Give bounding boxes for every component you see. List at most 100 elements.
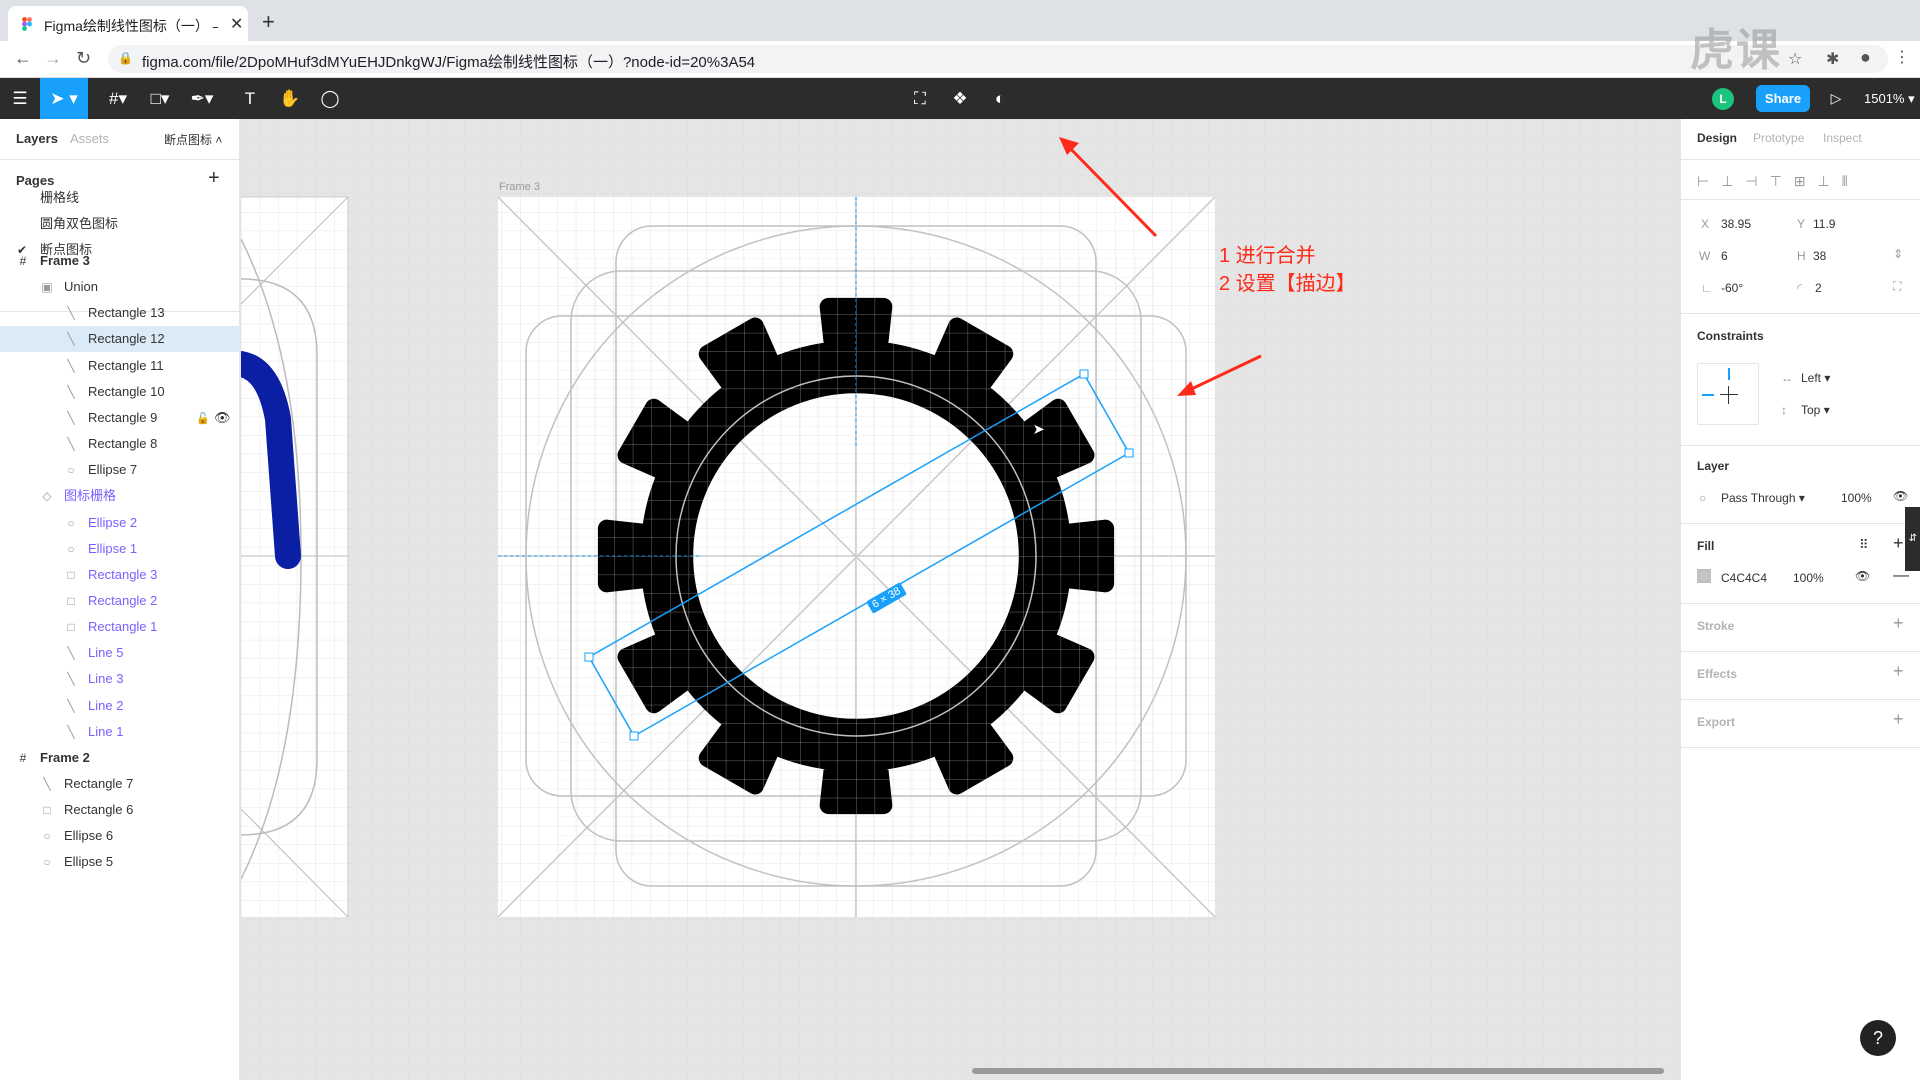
url-text: figma.com/file/2DpoMHuf3dMYuEHJDnkgWJ/Fi… [142,54,756,71]
layer-row[interactable]: □ Rectangle 6 [40,797,133,823]
lock-icon[interactable]: 🔓 [196,412,210,425]
add-export-icon[interactable]: + [1893,709,1904,730]
layer-row[interactable]: □ Rectangle 2 [64,588,157,614]
export-title: Export [1697,715,1736,729]
align-tools-icon[interactable]: ⊢⊥⊣⊤⊞⊥⫴ [1697,173,1860,190]
add-effect-icon[interactable]: + [1893,661,1904,682]
layer-row[interactable]: ◇ 图标栅格 [40,483,116,509]
extension-icon[interactable]: ✱ [1826,49,1839,69]
help-button[interactable]: ? [1860,1020,1896,1056]
fill-visibility-icon[interactable]: 👁 [1855,569,1870,583]
back-icon[interactable]: ← [14,48,32,69]
plugin-handle-icon[interactable]: ⇵ [1905,507,1920,571]
visibility-eye-icon[interactable]: 👁 [214,410,231,426]
blend-mode-select[interactable]: Pass Through ▾ [1721,491,1805,505]
zoom-dropdown[interactable]: 1501% ▾ [1864,78,1915,119]
layer-row[interactable]: ○ Ellipse 2 [64,510,137,536]
blend-mode-icon: ○ [1699,491,1707,505]
layer-row[interactable]: ╲ Rectangle 9 [64,405,157,431]
layer-row[interactable]: ╲ Line 1 [64,719,123,745]
reload-icon[interactable]: ↻ [76,48,91,69]
corner-radius-field[interactable]: 2 [1815,281,1822,295]
tab-prototype[interactable]: Prototype [1753,131,1804,145]
rotation-field[interactable]: -60° [1721,281,1743,295]
layer-row[interactable]: ○ Ellipse 7 [64,457,137,483]
component-tool-icon[interactable]: ❖ [940,78,980,119]
fill-color-swatch[interactable] [1697,569,1711,583]
layer-row[interactable]: ╲ Line 3 [64,666,123,692]
layer-row[interactable]: ╲ Rectangle 10 [64,379,164,405]
layer-name: Line 1 [88,723,124,739]
fill-hex-field[interactable]: C4C4C4 [1721,571,1767,585]
crop-icon[interactable]: ⛶ [900,78,940,119]
menu-dots-icon[interactable]: ⋮ [1894,47,1910,67]
text-tool-icon[interactable]: T [232,78,268,119]
present-icon[interactable]: ▷ [1818,78,1854,119]
w-field[interactable]: 6 [1721,249,1728,263]
add-fill-icon[interactable]: + [1893,533,1904,554]
new-tab-icon[interactable]: + [262,9,275,35]
layer-row[interactable]: # Frame 2 [16,745,90,771]
main-menu-icon[interactable]: ☰ [0,78,40,119]
y-field[interactable]: 11.9 [1813,217,1835,231]
star-icon[interactable]: ☆ [1788,49,1802,69]
layer-row[interactable]: ╲ Rectangle 11 [64,353,163,379]
layer-name: Ellipse 6 [64,828,114,844]
vertical-constraint-select[interactable]: Top ▾ [1801,403,1830,417]
line-icon: ╲ [43,777,51,791]
layer-visibility-icon[interactable]: 👁 [1893,489,1908,503]
layer-row[interactable]: ○ Ellipse 1 [64,536,137,562]
x-field[interactable]: 38.95 [1721,217,1751,231]
fill-opacity-field[interactable]: 100% [1793,571,1824,585]
pen-tool-icon[interactable]: ✒▾ [182,78,222,119]
ellipse-icon: ○ [67,541,75,556]
page-item[interactable]: 栅格线 [0,185,79,211]
layer-row[interactable]: # Frame 3 [16,248,90,274]
layer-row[interactable]: ╲ Line 2 [64,693,123,719]
tab-inspect[interactable]: Inspect [1823,131,1862,145]
layer-row[interactable]: ╲ Rectangle 13 [64,300,164,326]
constraints-widget[interactable] [1697,363,1759,425]
fill-styles-icon[interactable]: ⠿ [1859,537,1869,553]
add-page-icon[interactable]: + [208,167,220,190]
h-field[interactable]: 38 [1813,249,1826,263]
layer-row[interactable]: □ Rectangle 1 [64,614,157,640]
forward-icon[interactable]: → [44,48,62,69]
add-stroke-icon[interactable]: + [1893,613,1904,634]
page-dropdown[interactable]: 断点图标 ˄ [164,131,222,148]
url-input[interactable]: 🔒 figma.com/file/2DpoMHuf3dMYuEHJDnkgWJ/… [108,45,1888,73]
design-canvas[interactable]: Frame 3 6 × 38 ➤ 1 进行合并 2 设置【描边】 [241,119,1679,1080]
layer-opacity-field[interactable]: 100% [1841,491,1872,505]
tab-layers[interactable]: Layers [16,131,58,146]
layer-row[interactable]: □ Rectangle 3 [64,562,157,588]
horizontal-constraint-select[interactable]: Left ▾ [1801,371,1830,385]
shape-tool-icon[interactable]: □▾ [140,78,180,119]
constrain-proportions-icon[interactable]: ⇕ [1893,247,1903,261]
layer-row[interactable]: ╲ Rectangle 12 [64,326,164,352]
browser-tab[interactable]: Figma绘制线性图标（一） – Fig ✕ [8,6,248,41]
contrast-icon[interactable]: ◐ [980,78,1020,119]
tab-design[interactable]: Design [1697,131,1737,145]
hand-tool-icon[interactable]: ✋ [272,78,308,119]
layer-name: Ellipse 2 [88,514,138,530]
constraint-center-v [1728,386,1729,404]
share-button[interactable]: Share [1756,85,1810,112]
profile-icon[interactable]: ● [1860,47,1871,68]
union-icon: ▣ [41,280,53,295]
horizontal-scrollbar[interactable] [972,1068,1664,1074]
frame-tool-icon[interactable]: #▾ [98,78,138,119]
layer-row[interactable]: ╲ Rectangle 7 [40,771,133,797]
close-tab-icon[interactable]: ✕ [230,14,243,34]
layer-row[interactable]: ○ Ellipse 6 [40,823,113,849]
page-item[interactable]: 圆角双色图标 [0,211,118,237]
tab-assets[interactable]: Assets [70,131,109,146]
layer-row[interactable]: ▣ Union [40,274,98,300]
move-tool-icon[interactable]: ➤ ▾ [40,78,88,119]
layer-row[interactable]: ╲ Rectangle 8 [64,431,157,457]
layer-row[interactable]: ○ Ellipse 5 [40,849,113,875]
layer-row[interactable]: ╲ Line 5 [64,640,123,666]
comment-tool-icon[interactable]: ◯ [312,78,348,119]
avatar[interactable]: L [1712,88,1734,110]
design-panel: Design Prototype Inspect ⊢⊥⊣⊤⊞⊥⫴ X 38.95… [1680,119,1920,1080]
independent-corners-icon[interactable]: ⛶ [1893,279,1901,294]
